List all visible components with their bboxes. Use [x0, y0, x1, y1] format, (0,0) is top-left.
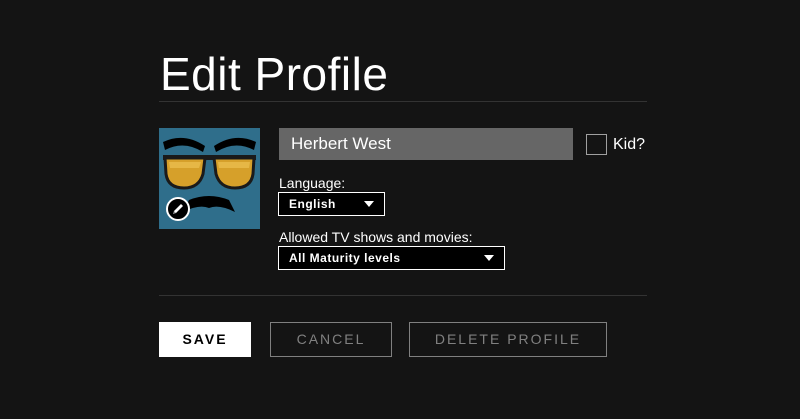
- pencil-icon: [173, 204, 183, 214]
- caret-down-icon: [484, 255, 494, 261]
- maturity-dropdown[interactable]: All Maturity levels: [278, 246, 505, 270]
- edit-profile-page: Edit Profile Kid? Language:: [0, 0, 800, 419]
- caret-down-icon: [364, 201, 374, 207]
- maturity-label: Allowed TV shows and movies:: [279, 229, 473, 245]
- maturity-selected-value: All Maturity levels: [289, 251, 401, 265]
- cancel-button[interactable]: CANCEL: [270, 322, 392, 357]
- page-title: Edit Profile: [160, 48, 389, 100]
- profile-name-input[interactable]: [279, 128, 573, 160]
- language-dropdown[interactable]: English: [278, 192, 385, 216]
- language-label: Language:: [279, 175, 346, 191]
- kid-checkbox-label: Kid?: [613, 136, 646, 153]
- bottom-divider: [159, 295, 647, 296]
- save-button[interactable]: SAVE: [159, 322, 251, 357]
- kid-checkbox[interactable]: [586, 134, 607, 155]
- delete-profile-button[interactable]: DELETE PROFILE: [409, 322, 607, 357]
- top-divider: [159, 101, 647, 102]
- language-selected-value: English: [289, 197, 336, 211]
- edit-avatar-button[interactable]: [166, 197, 190, 221]
